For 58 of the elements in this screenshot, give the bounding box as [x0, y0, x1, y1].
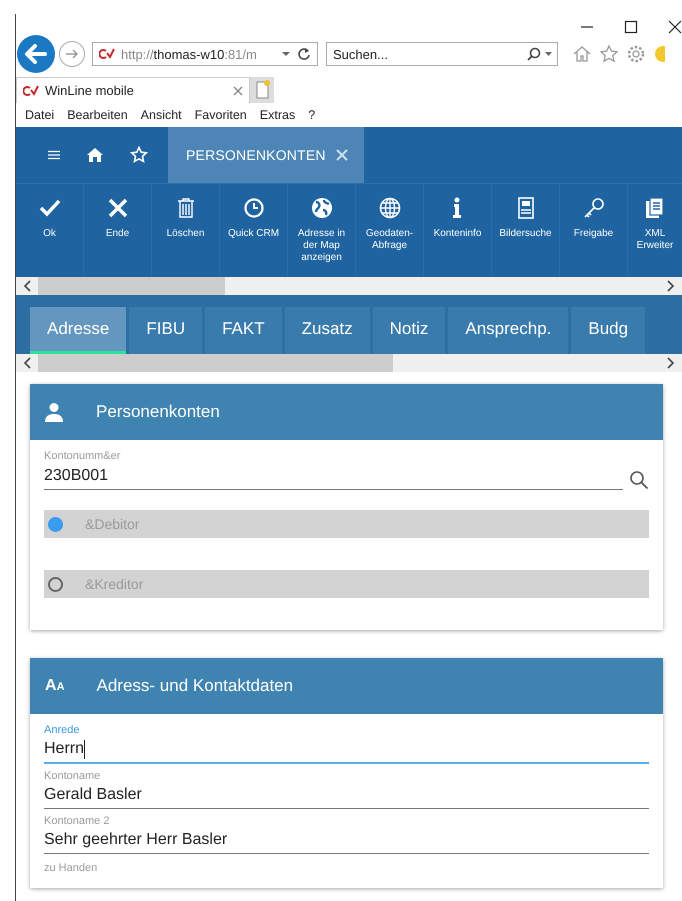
- site-logo-icon: [99, 48, 115, 60]
- maximize-icon[interactable]: [624, 20, 638, 34]
- open-tab[interactable]: PERSONENKONTEN: [168, 127, 364, 183]
- tab[interactable]: Notiz: [372, 307, 446, 354]
- horizontal-scrollbar[interactable]: [16, 277, 682, 295]
- tab-title: WinLine mobile: [45, 83, 135, 98]
- menu-item[interactable]: Ansicht: [140, 108, 182, 122]
- font-size-glyph: AA: [45, 677, 65, 695]
- home-icon[interactable]: [86, 147, 104, 163]
- menu-icon[interactable]: [48, 150, 60, 160]
- settings-icon[interactable]: [626, 44, 646, 64]
- menu-item[interactable]: Bearbeiten: [67, 108, 128, 122]
- search-icon[interactable]: [629, 470, 649, 490]
- tab[interactable]: Ansprechp.: [448, 307, 568, 354]
- tab[interactable]: Adresse: [30, 307, 126, 354]
- search-field[interactable]: Suchen...: [326, 42, 558, 66]
- close-icon[interactable]: [668, 20, 682, 34]
- back-button[interactable]: [16, 34, 56, 74]
- input-field[interactable]: 230B001: [44, 462, 623, 490]
- search-icon[interactable]: [527, 47, 553, 61]
- browser-tab[interactable]: WinLine mobile: [16, 77, 250, 103]
- input-field[interactable]: Sehr geehrter Herr Basler: [44, 827, 649, 854]
- tab[interactable]: Zusatz: [284, 307, 370, 354]
- field-label: zu Handen: [44, 861, 98, 874]
- refresh-icon[interactable]: [297, 47, 311, 61]
- field-label: Kontoname: [44, 770, 102, 782]
- earth-icon: [310, 196, 334, 220]
- text-cursor: [84, 740, 86, 758]
- forward-button[interactable]: [58, 40, 86, 68]
- horizontal-scrollbar[interactable]: [16, 354, 682, 372]
- info-icon: [452, 196, 463, 220]
- field-label: Kontonumm&er: [44, 450, 122, 462]
- input-field[interactable]: Gerald Basler: [44, 782, 649, 809]
- site-logo-icon: [23, 84, 39, 96]
- url-text: http://thomas-w10:81/m: [121, 46, 258, 62]
- radio-label: &Debitor: [85, 516, 140, 532]
- section-title: Personenkonten: [96, 402, 220, 422]
- field-label: Kontoname 2: [44, 815, 110, 827]
- input-field[interactable]: Herrn: [44, 736, 649, 764]
- tab[interactable]: FIBU: [129, 307, 202, 354]
- new-tab-button[interactable]: [250, 77, 274, 103]
- tab[interactable]: FAKT: [205, 307, 282, 354]
- section-title: Adress- und Kontaktdaten: [96, 676, 294, 696]
- menu-item[interactable]: ?: [308, 108, 316, 122]
- tab[interactable]: Budg: [571, 307, 646, 354]
- dropdown-icon[interactable]: [281, 50, 291, 58]
- menu-item[interactable]: Favoriten: [194, 108, 247, 122]
- address-field[interactable]: http://thomas-w10:81/m: [92, 42, 318, 66]
- radio-label: &Kreditor: [85, 576, 144, 592]
- home-icon[interactable]: [572, 44, 592, 64]
- person-icon: [44, 402, 64, 422]
- globe-icon: [378, 196, 402, 220]
- menu-item[interactable]: Extras: [260, 108, 296, 122]
- field-label: Anrede: [44, 724, 80, 736]
- star-icon[interactable]: [599, 44, 619, 64]
- key-icon: [582, 196, 606, 220]
- clock-icon: [242, 196, 266, 220]
- menu-item[interactable]: Datei: [25, 108, 54, 122]
